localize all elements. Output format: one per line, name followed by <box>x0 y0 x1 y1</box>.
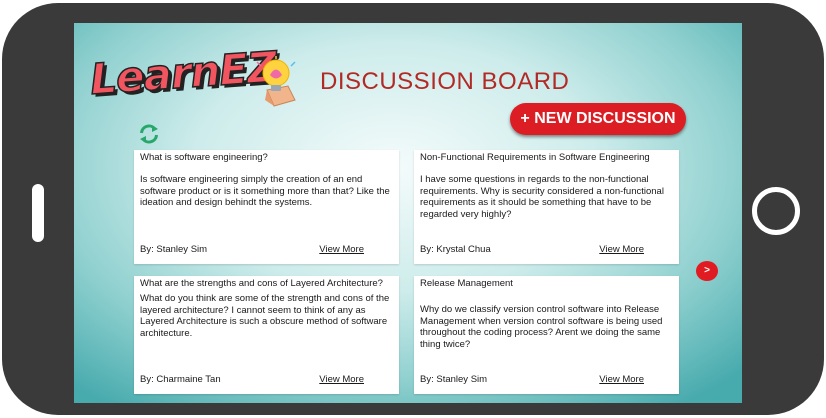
home-button[interactable] <box>752 187 800 235</box>
side-button <box>32 184 44 242</box>
view-more-link[interactable]: View More <box>599 374 644 386</box>
screen: LearnEZ DISCUSSION BOARD + NEW DISCUSSIO… <box>74 23 742 403</box>
discussion-author: By: Charmaine Tan <box>140 374 221 385</box>
discussion-body: Why do we classify version control softw… <box>420 304 663 350</box>
discussion-title: Release Management <box>420 278 513 289</box>
discussion-footer: By: Krystal Chua View More <box>420 244 673 256</box>
discussion-title: Non-Functional Requirements in Software … <box>420 152 650 163</box>
discussion-footer: By: Stanley Sim View More <box>140 244 393 256</box>
discussion-title: What is software engineering? <box>140 152 268 163</box>
view-more-link[interactable]: View More <box>599 244 644 256</box>
discussion-card[interactable]: Non-Functional Requirements in Software … <box>414 150 679 264</box>
new-discussion-button[interactable]: + NEW DISCUSSION <box>510 103 686 135</box>
discussion-footer: By: Charmaine Tan View More <box>140 374 393 386</box>
discussion-card[interactable]: What is software engineering? Is softwar… <box>134 150 399 264</box>
discussion-body: Is software engineering simply the creat… <box>140 174 390 209</box>
next-page-button[interactable]: > <box>696 261 718 281</box>
refresh-icon[interactable] <box>137 122 161 146</box>
page-title: DISCUSSION BOARD <box>320 68 570 95</box>
view-more-link[interactable]: View More <box>319 374 364 386</box>
discussion-title: What are the strengths and cons of Layer… <box>140 278 383 289</box>
discussion-author: By: Stanley Sim <box>140 244 208 255</box>
discussion-footer: By: Stanley Sim View More <box>420 374 673 386</box>
view-more-link[interactable]: View More <box>319 244 364 256</box>
phone-frame: LearnEZ DISCUSSION BOARD + NEW DISCUSSIO… <box>2 3 824 415</box>
discussion-body: What do you think are some of the streng… <box>140 293 390 339</box>
discussion-card[interactable]: Release Management Why do we classify ve… <box>414 276 679 394</box>
app-logo: LearnEZ <box>88 41 296 113</box>
discussion-body: I have some questions in regards to the … <box>420 174 664 220</box>
discussion-author: By: Stanley Sim <box>420 374 488 385</box>
discussion-author: By: Krystal Chua <box>420 244 491 255</box>
lightbulb-icon <box>256 56 296 107</box>
discussion-card[interactable]: What are the strengths and cons of Layer… <box>134 276 399 394</box>
